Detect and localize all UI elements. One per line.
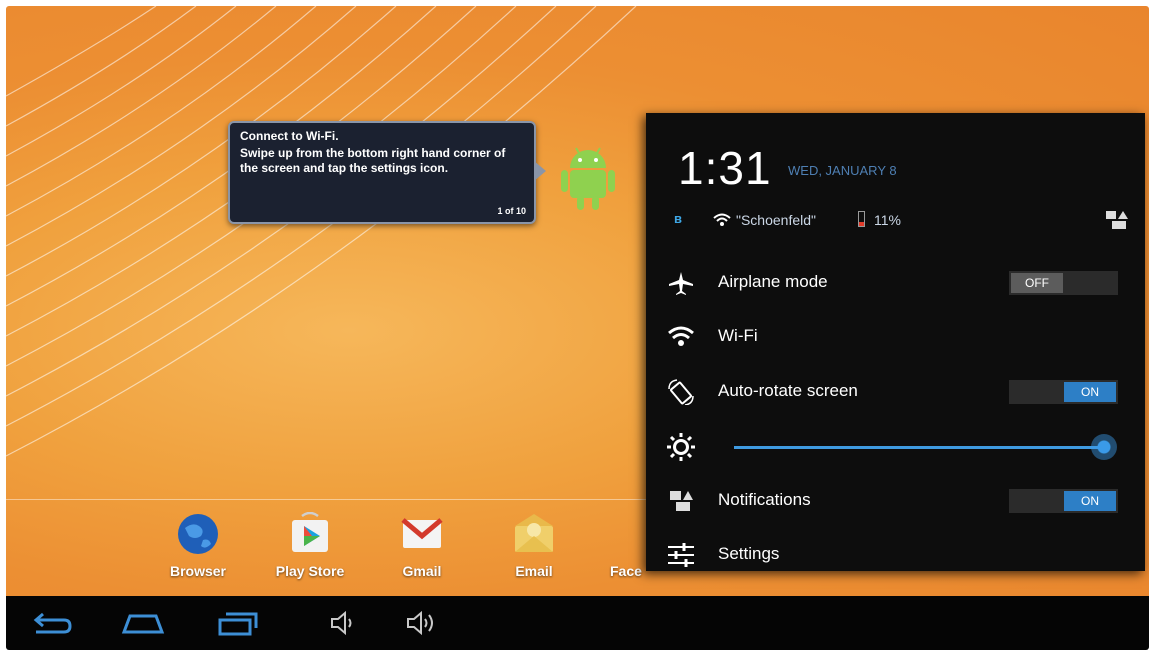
settings-label: Settings bbox=[718, 544, 780, 563]
bluetooth-icon: ʙ bbox=[674, 211, 682, 226]
settings-row[interactable]: Settings bbox=[646, 530, 1145, 571]
settings-sliders-icon bbox=[668, 543, 694, 567]
gmail-icon bbox=[401, 518, 443, 548]
brightness-slider-track[interactable] bbox=[734, 446, 1104, 449]
dock-app-gmail[interactable]: Gmail bbox=[377, 512, 467, 579]
home-icon[interactable] bbox=[120, 610, 166, 636]
dock-app-browser[interactable]: Browser bbox=[153, 512, 243, 579]
dock-app-label: Email bbox=[515, 563, 553, 579]
notifications-toggle[interactable]: ON bbox=[1009, 489, 1118, 513]
notifications-label: Notifications bbox=[718, 490, 811, 509]
quick-settings-panel: 1:31 WED, JANUARY 8 ʙ "Schoenfeld" 11% A… bbox=[646, 113, 1145, 571]
android-mascot-icon[interactable] bbox=[558, 142, 618, 212]
system-navigation-bar bbox=[6, 596, 1149, 650]
wifi-ssid: "Schoenfeld" bbox=[736, 212, 816, 228]
auto-rotate-toggle[interactable]: ON bbox=[1009, 380, 1118, 404]
recent-apps-icon[interactable] bbox=[214, 610, 260, 636]
dock-app-email[interactable]: Email bbox=[489, 512, 579, 579]
toggle-state: ON bbox=[1064, 382, 1116, 402]
auto-rotate-row[interactable]: Auto-rotate screen ON bbox=[646, 367, 1145, 417]
auto-rotate-icon bbox=[668, 379, 694, 405]
play-store-icon bbox=[292, 511, 328, 552]
airplane-mode-label: Airplane mode bbox=[718, 272, 828, 291]
battery-icon bbox=[858, 211, 865, 227]
back-icon[interactable] bbox=[28, 610, 74, 636]
brightness-slider-thumb[interactable] bbox=[1091, 434, 1117, 460]
wifi-row[interactable]: Wi-Fi bbox=[646, 312, 1145, 362]
tooltip-title: Connect to Wi-Fi. bbox=[240, 129, 339, 143]
notifications-row[interactable]: Notifications ON bbox=[646, 476, 1145, 526]
battery-percent: 11% bbox=[874, 212, 901, 228]
tooltip-page-counter: 1 of 10 bbox=[497, 206, 526, 216]
notifications-icon bbox=[670, 491, 693, 511]
airplane-mode-row[interactable]: Airplane mode OFF bbox=[646, 258, 1145, 308]
airplane-mode-toggle[interactable]: OFF bbox=[1009, 271, 1118, 295]
wifi-icon bbox=[668, 326, 694, 346]
tooltip-body: Swipe up from the bottom right hand corn… bbox=[240, 146, 506, 175]
clock-time: 1:31 bbox=[678, 142, 772, 194]
notifications-icon[interactable] bbox=[1104, 209, 1128, 231]
dock-app-label: Play Store bbox=[275, 563, 345, 579]
wifi-label: Wi-Fi bbox=[718, 326, 758, 345]
dock-app-label: Gmail bbox=[402, 563, 442, 579]
toggle-state: ON bbox=[1064, 491, 1116, 511]
wifi-signal-icon bbox=[713, 213, 731, 226]
dock-app-play-store[interactable]: Play Store bbox=[265, 511, 355, 579]
globe-icon bbox=[178, 514, 218, 554]
clock-date: WED, JANUARY 8 bbox=[788, 163, 897, 178]
auto-rotate-label: Auto-rotate screen bbox=[718, 381, 858, 400]
volume-down-icon[interactable] bbox=[328, 610, 358, 636]
status-row: ʙ "Schoenfeld" 11% bbox=[674, 209, 1128, 233]
tablet-screen: Connect to Wi-Fi. Swipe up from the bott… bbox=[6, 6, 1149, 650]
email-icon bbox=[515, 514, 553, 552]
airplane-icon bbox=[669, 272, 693, 295]
toggle-state: OFF bbox=[1011, 273, 1063, 293]
brightness-icon bbox=[667, 433, 695, 461]
wifi-tutorial-tooltip[interactable]: Connect to Wi-Fi. Swipe up from the bott… bbox=[228, 121, 546, 224]
dock-divider bbox=[6, 499, 646, 500]
volume-up-icon[interactable] bbox=[404, 610, 438, 636]
dock-app-label: Browser bbox=[169, 563, 227, 579]
